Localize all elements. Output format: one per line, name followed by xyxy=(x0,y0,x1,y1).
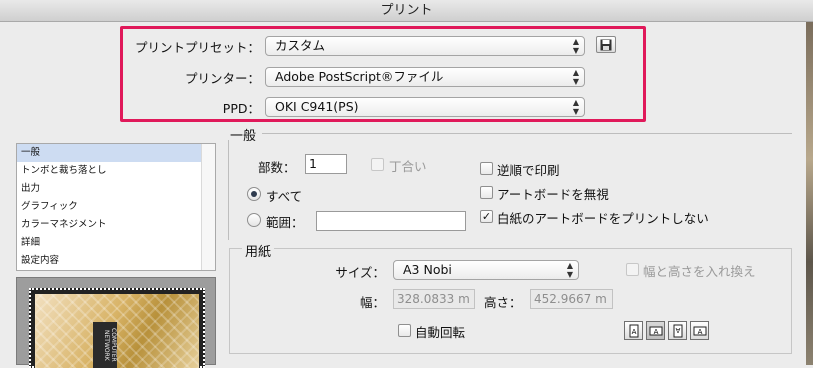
printer-select[interactable]: Adobe PostScript®ファイル ▲ ▼ xyxy=(265,67,585,87)
updown-arrows-icon: ▲ ▼ xyxy=(572,68,579,86)
preset-select[interactable]: カスタム ▲ ▼ xyxy=(265,36,585,56)
ignore-artboards-checkbox[interactable] xyxy=(480,186,493,199)
category-label: トンボと裁ち落とし xyxy=(21,165,107,176)
range-label: 範囲： xyxy=(266,215,304,230)
category-label: 一般 xyxy=(21,147,41,158)
transverse-label: 幅と高さを入れ換え xyxy=(643,264,756,279)
collate-label: 丁合い xyxy=(389,159,427,174)
print-preview[interactable]: COMPUTER NETWORK xyxy=(16,277,216,368)
size-label: サイズ： xyxy=(335,265,385,280)
range-input[interactable] xyxy=(316,211,466,231)
svg-text:A: A xyxy=(653,328,658,336)
paper-size-value: A3 Nobi xyxy=(403,262,452,277)
collate-checkbox[interactable] xyxy=(371,158,384,171)
portrait-orientation-button[interactable]: A xyxy=(624,321,643,340)
landscape-icon: A xyxy=(649,326,662,336)
skip-blank-artboards-checkbox[interactable]: ✓ xyxy=(480,210,493,223)
save-preset-button[interactable] xyxy=(596,36,616,53)
category-list[interactable]: 一般 トンボと裁ち落とし 出力 グラフィック カラーマネジメント 詳細 設定内容 xyxy=(16,143,216,271)
reverse-order-label: 逆順で印刷 xyxy=(497,163,560,178)
printer-select-value: Adobe PostScript®ファイル xyxy=(275,69,444,84)
preview-artwork-text: COMPUTER NETWORK xyxy=(93,322,117,368)
ppd-select[interactable]: OKI C941(PS) ▲ ▼ xyxy=(265,97,585,117)
all-pages-label: すべて xyxy=(266,189,303,204)
copies-input[interactable]: 1 xyxy=(305,154,347,174)
reverse-order-checkbox[interactable] xyxy=(480,162,493,175)
skip-blank-artboards-label: 白紙のアートボードをプリントしない xyxy=(497,211,709,226)
section-divider xyxy=(262,133,792,134)
preview-artwork: COMPUTER NETWORK xyxy=(35,294,199,368)
preset-label: プリントプリセット： xyxy=(134,40,260,55)
category-item-color-management[interactable]: カラーマネジメント xyxy=(17,216,215,234)
transverse-checkbox[interactable] xyxy=(626,263,639,276)
paper-size-select[interactable]: A3 Nobi ▲ ▼ xyxy=(393,260,579,280)
paper-height-field[interactable]: 452.9667 m xyxy=(530,289,613,309)
category-item-graphics[interactable]: グラフィック xyxy=(17,198,215,216)
updown-arrows-icon: ▲ ▼ xyxy=(572,98,579,116)
media-section-title: 用紙 xyxy=(242,241,275,260)
landscape-flipped-icon: A xyxy=(693,326,706,336)
portrait-icon: A xyxy=(629,324,638,337)
portrait-flipped-orientation-button[interactable]: A xyxy=(668,321,687,340)
portrait-flipped-icon: A xyxy=(673,324,682,337)
category-label: カラーマネジメント xyxy=(21,219,107,230)
landscape-flipped-orientation-button[interactable]: A xyxy=(690,321,709,340)
category-item-advanced[interactable]: 詳細 xyxy=(17,234,215,252)
copies-label: 部数： xyxy=(258,160,296,175)
updown-arrows-icon: ▲ ▼ xyxy=(572,37,579,55)
height-label: 高さ： xyxy=(484,295,522,310)
auto-rotate-label: 自動回転 xyxy=(415,325,466,340)
ppd-label: PPD： xyxy=(222,101,260,116)
window-titlebar: プリント xyxy=(0,0,813,22)
background-window-edge xyxy=(806,22,813,365)
updown-arrows-icon: ▲ ▼ xyxy=(566,261,573,279)
width-label: 幅： xyxy=(359,295,385,310)
category-label: 詳細 xyxy=(21,237,41,248)
preview-page: COMPUTER NETWORK xyxy=(29,288,205,368)
category-item-marks-bleed[interactable]: トンボと裁ち落とし xyxy=(17,162,215,180)
category-item-output[interactable]: 出力 xyxy=(17,180,215,198)
svg-text:A: A xyxy=(675,326,680,334)
auto-rotate-checkbox[interactable] xyxy=(398,324,411,337)
ignore-artboards-label: アートボードを無視 xyxy=(497,187,609,202)
window-title: プリント xyxy=(380,3,433,18)
paper-width-field[interactable]: 328.0833 m xyxy=(393,289,475,309)
preset-select-value: カスタム xyxy=(275,38,326,53)
category-item-summary[interactable]: 設定内容 xyxy=(17,252,215,270)
svg-text:A: A xyxy=(697,328,702,336)
landscape-orientation-button[interactable]: A xyxy=(646,321,665,340)
floppy-icon xyxy=(600,39,612,50)
range-radio[interactable] xyxy=(247,213,261,227)
all-pages-radio[interactable] xyxy=(247,187,261,201)
general-section-title: 一般 xyxy=(230,129,257,144)
category-label: 出力 xyxy=(21,183,41,194)
printer-label: プリンター： xyxy=(184,71,260,86)
category-label: グラフィック xyxy=(21,201,78,212)
category-item-general[interactable]: 一般 xyxy=(17,144,215,162)
section-divider-vertical xyxy=(228,140,229,240)
ppd-select-value: OKI C941(PS) xyxy=(275,99,359,114)
svg-text:A: A xyxy=(631,328,636,336)
list-scrollbar[interactable] xyxy=(201,144,215,270)
category-label: 設定内容 xyxy=(21,255,60,266)
